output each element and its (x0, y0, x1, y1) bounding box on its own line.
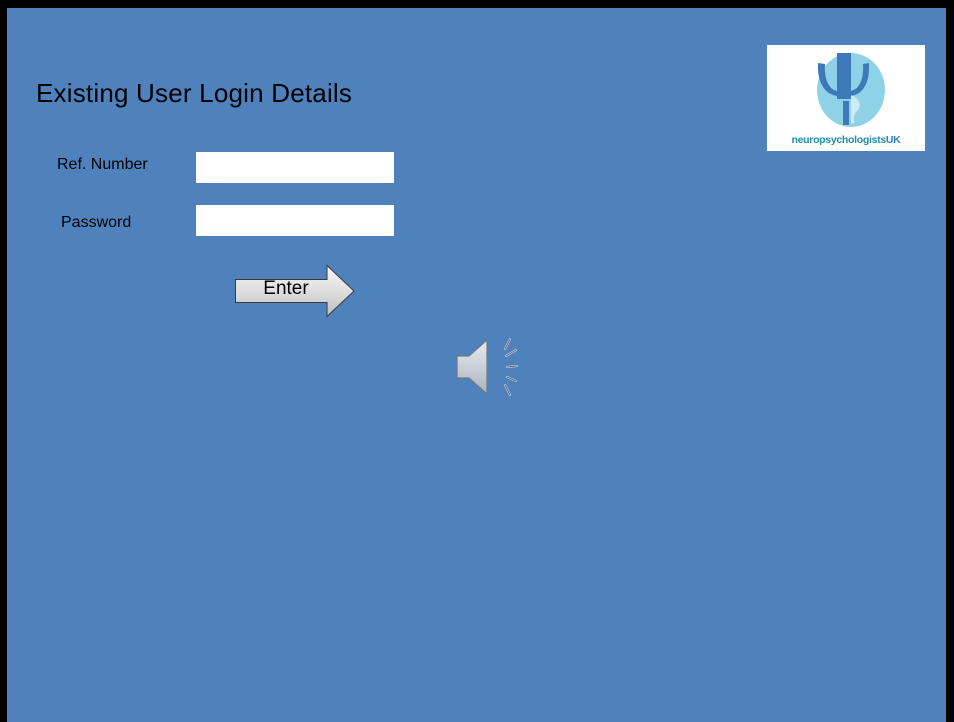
password-input[interactable] (196, 205, 394, 236)
enter-button-label: Enter (263, 278, 309, 299)
login-slide: Existing User Login Details Ref. Number … (7, 8, 946, 722)
logo-wordmark-uk: UK (885, 134, 901, 146)
company-logo: neuropsychologistsUK (767, 45, 925, 151)
ref-number-input[interactable] (196, 152, 394, 183)
psi-head-logo-icon (817, 53, 885, 127)
enter-button[interactable]: Enter (234, 264, 356, 318)
ref-number-label: Ref. Number (57, 156, 148, 173)
page-title: Existing User Login Details (36, 78, 353, 108)
logo-wordmark-main: neuropsychologists (791, 134, 887, 146)
logo-wordmark: neuropsychologistsUK (767, 134, 925, 146)
password-label: Password (61, 214, 132, 231)
speaker-icon[interactable] (455, 336, 521, 398)
